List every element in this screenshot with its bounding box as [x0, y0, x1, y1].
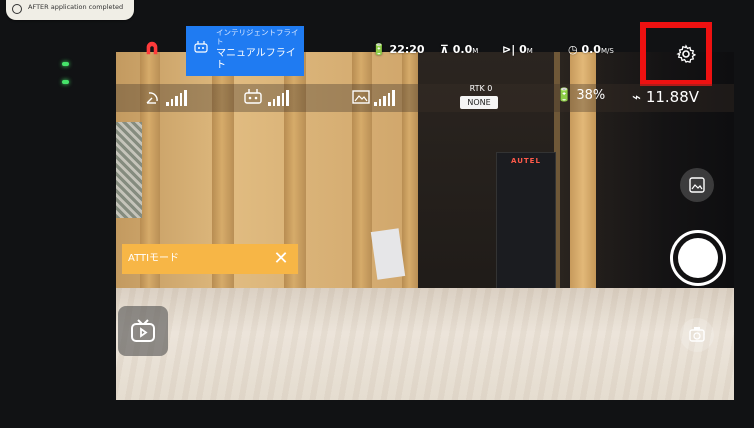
voltage-value: 11.88V: [645, 88, 700, 106]
camera-switch-icon: [689, 327, 705, 342]
distance-value: 0: [519, 43, 527, 56]
speed-unit: M/S: [600, 47, 614, 55]
controller-icon: [194, 41, 208, 53]
status-led: [62, 80, 69, 84]
video-signal-bars: [374, 88, 395, 106]
altitude-icon: ⊼: [440, 43, 449, 56]
product-box: AUTEL: [496, 152, 556, 294]
drone-battery-display: 🔋 38%: [556, 88, 605, 103]
mode-label: マニュアルフライト: [216, 48, 296, 71]
mode-header: インテリジェントフライト: [216, 28, 299, 46]
altitude-unit: M: [472, 47, 479, 55]
altitude-display: ⊼ 0.0M: [440, 43, 478, 56]
live-tv-icon: [131, 319, 155, 342]
flight-time-display: 🔋 22:20: [372, 43, 425, 56]
remote-controller-icon: [244, 89, 262, 104]
drone-battery-icon: 🔋: [556, 88, 573, 103]
gps-signal-bars: [166, 88, 187, 106]
status-led: [62, 62, 69, 66]
speed-icon: ◷: [568, 43, 578, 56]
speed-display: ◷ 0.0M/S: [568, 43, 614, 56]
live-stream-button[interactable]: [118, 306, 168, 356]
atti-warning-text: ATTIモード: [128, 253, 180, 264]
flight-time: 22:20: [389, 43, 425, 56]
altitude-value: 0.0: [452, 43, 473, 56]
badge-circle-icon: [12, 4, 22, 14]
shutter-button[interactable]: [670, 230, 726, 286]
device-frame: AFTER application completed AUTEL インテリジェ…: [0, 0, 754, 428]
distance-unit: M: [526, 47, 533, 55]
badge-text: AFTER application completed: [28, 3, 124, 11]
return-home-icon[interactable]: [144, 40, 160, 56]
image-transmission-icon: [352, 90, 370, 104]
rc-signal-bars: [268, 88, 289, 106]
shutter-icon: [678, 238, 718, 278]
floor-area: [116, 288, 734, 400]
rtk-label: RTK 0: [469, 84, 493, 93]
close-icon[interactable]: ✕: [270, 248, 292, 270]
timer-icon: 🔋: [372, 43, 386, 56]
distance-display: ⊳| 0M: [502, 43, 533, 56]
wall-map-poster: [116, 122, 142, 218]
drone-battery-value: 38%: [576, 88, 606, 103]
speed-value: 0.0: [581, 43, 601, 56]
rtk-value: NONE: [460, 96, 498, 109]
camera-switch-button[interactable]: [680, 318, 714, 352]
voltage-display: ⌁ 11.88V: [632, 88, 699, 106]
gallery-button[interactable]: [680, 168, 714, 202]
flight-mode-panel[interactable]: インテリジェントフライト マニュアルフライト: [186, 26, 304, 76]
satellite-icon: [146, 92, 158, 104]
distance-icon: ⊳|: [502, 43, 516, 56]
box-brand-text: AUTEL: [511, 157, 541, 165]
highlight-box: [640, 22, 712, 86]
voltage-icon: ⌁: [632, 88, 642, 106]
completed-badge: AFTER application completed: [6, 0, 134, 20]
gallery-icon: [689, 177, 705, 193]
